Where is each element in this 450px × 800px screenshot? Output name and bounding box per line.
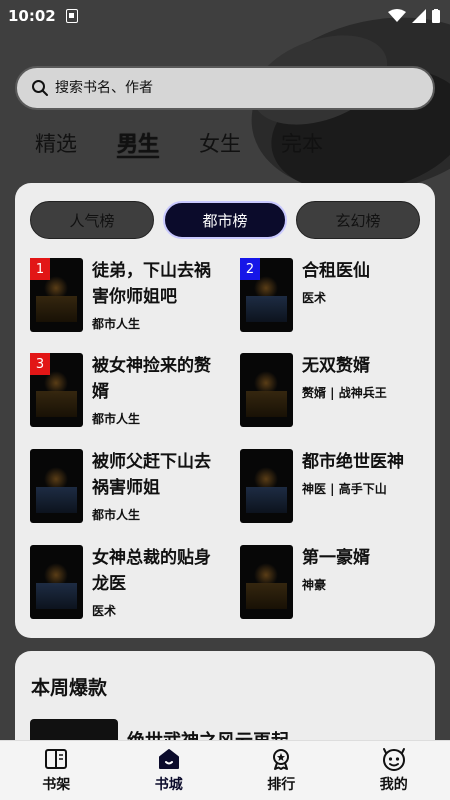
rank-tab-fantasy[interactable]: 玄幻榜 (296, 201, 420, 239)
tab-completed[interactable]: 完本 (281, 128, 323, 162)
book-tag: 医术 (92, 604, 117, 618)
notification-icon (65, 9, 78, 23)
category-tabs: 精选 男生 女生 完本 (35, 128, 323, 162)
book-cover (240, 449, 293, 523)
signal-icon (412, 9, 426, 23)
nav-label: 书架 (42, 777, 71, 793)
profile-icon (382, 748, 405, 771)
medal-icon (273, 749, 290, 770)
rank-badge: 2 (240, 258, 260, 280)
ranking-tabs: 人气榜 都市榜 玄幻榜 (30, 201, 420, 239)
book-tag: 神医 | 高手下山 (302, 482, 387, 496)
book-item[interactable]: 女神总裁的贴身龙医 医术 (30, 545, 220, 625)
nav-bookstore[interactable]: 书城 (129, 747, 209, 794)
book-item[interactable]: 2 合租医仙 医术 (240, 258, 430, 338)
book-item[interactable]: 第一豪婿 神豪 (240, 545, 430, 625)
tab-featured[interactable]: 精选 (35, 128, 77, 162)
book-title: 都市绝世医神 (302, 452, 404, 472)
book-title: 第一豪婿 (302, 548, 370, 568)
book-cover (240, 545, 293, 619)
book-item[interactable]: 3 被女神捡来的赘婿 都市人生 (30, 353, 220, 433)
search-bar[interactable] (15, 66, 435, 110)
book-tag: 都市人生 (92, 317, 141, 331)
book-title: 无双赘婿 (302, 356, 370, 376)
status-bar: 10:02 (0, 0, 450, 32)
search-icon (32, 80, 48, 96)
nav-label: 书城 (154, 777, 183, 793)
book-item[interactable]: 都市绝世医神 神医 | 高手下山 (240, 449, 430, 529)
status-time: 10:02 (8, 7, 56, 25)
book-item[interactable]: 被师父赶下山去祸害师姐 都市人生 (30, 449, 220, 529)
book-tag: 都市人生 (92, 508, 141, 522)
book-title: 被女神捡来的赘婿 (92, 356, 211, 402)
bottom-nav: 书架 书城 排行 我的 (0, 740, 450, 800)
book-tag: 赘婿 | 战神兵王 (302, 386, 387, 400)
nav-ranking[interactable]: 排行 (241, 747, 321, 794)
tab-male[interactable]: 男生 (117, 128, 159, 162)
book-tag: 神豪 (302, 578, 327, 592)
nav-profile[interactable]: 我的 (354, 747, 434, 794)
book-title: 合租医仙 (302, 261, 370, 281)
book-cover (240, 353, 293, 427)
rank-badge: 3 (30, 353, 50, 375)
home-icon (158, 749, 179, 769)
book-icon (45, 749, 68, 769)
battery-icon (432, 9, 440, 23)
book-item[interactable]: 1 徒弟，下山去祸害你师姐吧 都市人生 (30, 258, 220, 338)
ranking-card: 人气榜 都市榜 玄幻榜 1 徒弟，下山去祸害你师姐吧 都市人生 2 合租医仙 医… (15, 183, 435, 638)
book-item[interactable]: 无双赘婿 赘婿 | 战神兵王 (240, 353, 430, 433)
book-tag: 医术 (302, 291, 327, 305)
rank-tab-popular[interactable]: 人气榜 (30, 201, 154, 239)
book-title: 被师父赶下山去祸害师姐 (92, 452, 211, 498)
weekly-title: 本周爆款 (31, 677, 108, 699)
nav-label: 我的 (379, 777, 408, 793)
rank-tab-urban[interactable]: 都市榜 (163, 201, 287, 239)
tab-female[interactable]: 女生 (199, 128, 241, 162)
book-title: 徒弟，下山去祸害你师姐吧 (92, 261, 211, 307)
book-cover (30, 545, 83, 619)
nav-label: 排行 (267, 777, 296, 793)
wifi-icon (388, 9, 406, 22)
rank-badge: 1 (30, 258, 50, 280)
book-title: 女神总裁的贴身龙医 (92, 548, 211, 594)
book-tag: 都市人生 (92, 412, 141, 426)
book-cover (30, 449, 83, 523)
nav-bookshelf[interactable]: 书架 (16, 747, 96, 794)
search-input[interactable] (55, 80, 395, 96)
